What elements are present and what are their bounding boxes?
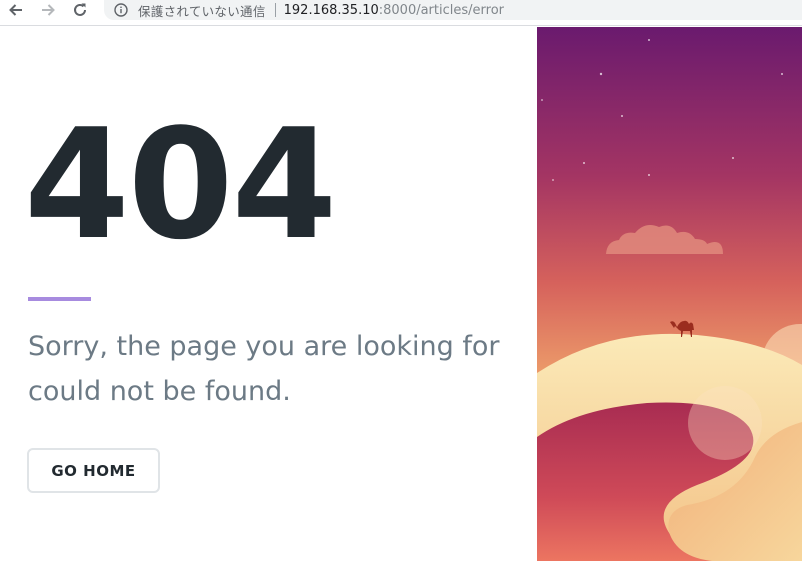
url-path: :8000/articles/error <box>378 2 504 18</box>
go-home-button[interactable]: GO HOME <box>27 448 160 493</box>
security-status-label[interactable]: 保護されていない通信 <box>138 1 266 20</box>
browser-toolbar: 保護されていない通信 192.168.35.10:8000/articles/e… <box>0 0 802 26</box>
address-bar[interactable]: 保護されていない通信 192.168.35.10:8000/articles/e… <box>104 0 802 20</box>
error-content: 404 Sorry, the page you are looking for … <box>0 27 537 561</box>
forward-arrow-icon[interactable] <box>36 0 60 20</box>
url-divider <box>274 3 276 17</box>
back-arrow-icon[interactable] <box>4 0 28 20</box>
sun-reflection <box>688 386 762 460</box>
reload-icon[interactable] <box>68 0 92 20</box>
error-code-heading: 404 <box>24 96 337 273</box>
accent-divider <box>28 297 91 301</box>
url-text[interactable]: 192.168.35.10:8000/articles/error <box>284 3 504 18</box>
info-icon[interactable] <box>114 3 128 17</box>
desert-illustration <box>537 27 802 561</box>
error-message: Sorry, the page you are looking for coul… <box>28 331 500 407</box>
url-host: 192.168.35.10 <box>283 2 379 18</box>
